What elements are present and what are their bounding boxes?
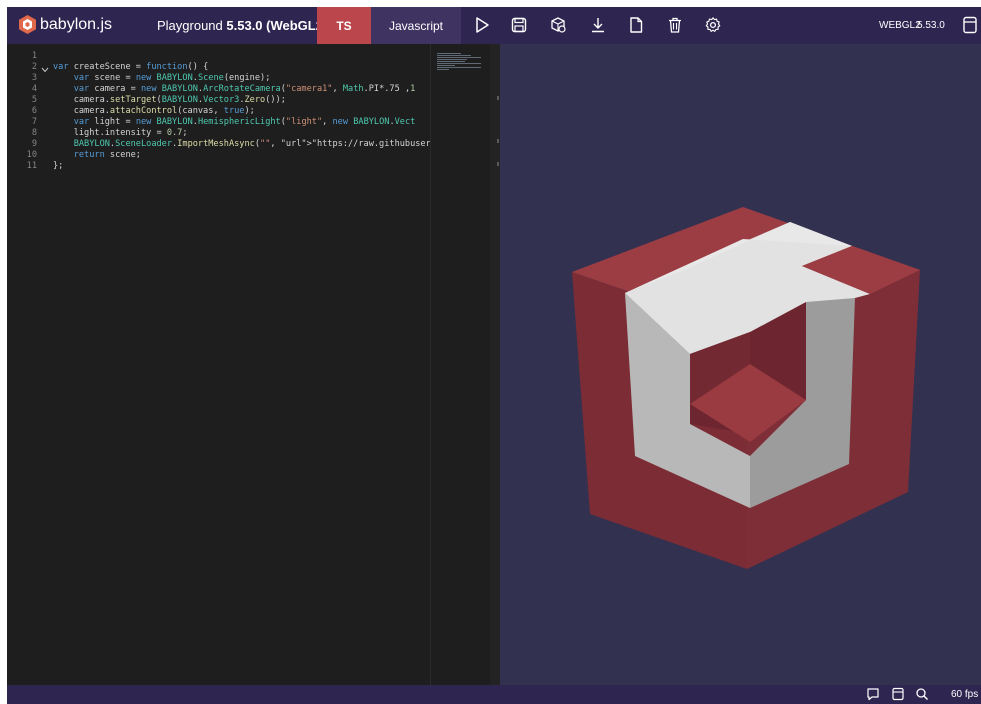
search-icon[interactable] (915, 687, 929, 701)
logo-text: babylon.js (40, 15, 113, 33)
panel-icon[interactable] (962, 16, 978, 34)
playground-title: Playground 5.53.0 (WebGL2) (157, 18, 327, 33)
editor-scrollbar[interactable] (490, 44, 500, 685)
scrollbar-mark (497, 139, 499, 143)
line-number: 4 (31, 84, 37, 94)
status-bar: 60 fps (7, 685, 981, 704)
minimap-line (437, 63, 481, 64)
code-editor[interactable]: 1 2 3 4 5 6 7 8 9 10 11 var createScene … (7, 44, 430, 685)
line-number: 6 (31, 106, 37, 116)
code-line-10: return scene; (73, 150, 141, 160)
play-icon[interactable] (473, 16, 491, 34)
minimap-line (437, 67, 481, 68)
chevron-down-icon[interactable] (41, 66, 49, 74)
render-canvas[interactable] (500, 44, 981, 685)
babylon-logo-icon (19, 15, 36, 34)
line-number: 7 (31, 117, 37, 127)
line-number: 2 (31, 62, 37, 72)
code-line-11: }; (53, 161, 64, 171)
code-line-9: BABYLON.SceneLoader.ImportMeshAsync("", … (73, 139, 430, 149)
code-line-4: var camera = new BABYLON.ArcRotateCamera… (73, 84, 416, 94)
inspector-icon[interactable] (549, 16, 567, 34)
tab-javascript[interactable]: Javascript (371, 7, 461, 44)
line-number: 5 (31, 95, 37, 105)
engine-label: WEBGL2 (879, 20, 921, 31)
logo[interactable]: babylon.js (19, 15, 112, 34)
tab-typescript[interactable]: TS (317, 7, 371, 44)
top-bar: babylon.js Playground 5.53.0 (WebGL2) TS… (7, 7, 981, 44)
minimap-line (437, 69, 449, 70)
chat-icon[interactable] (866, 687, 880, 701)
scrollbar-mark (497, 162, 499, 166)
minimap-line (437, 55, 471, 56)
line-number: 11 (26, 161, 37, 171)
minimap-line (437, 65, 455, 66)
minimap-line (437, 59, 467, 60)
code-line-8: light.intensity = 0.7; (53, 128, 188, 138)
code-line-3: var scene = new BABYLON.Scene(engine); (73, 73, 271, 83)
code-area[interactable]: var createScene = function() { var scene… (53, 44, 430, 685)
minimap-line (437, 53, 461, 54)
babylon-logo-cube (572, 207, 920, 569)
fps-counter: 60 fps (951, 689, 979, 700)
memory-icon[interactable] (891, 687, 905, 701)
save-icon[interactable] (510, 16, 528, 34)
minimap-line (437, 57, 481, 58)
engine-version: 5.53.0 (917, 20, 945, 31)
settings-icon[interactable] (704, 16, 722, 34)
new-file-icon[interactable] (627, 16, 645, 34)
line-number-gutter: 1 2 3 4 5 6 7 8 9 10 11 (7, 44, 53, 685)
clear-icon[interactable] (666, 16, 684, 34)
code-line-7: var light = new BABYLON.HemisphericLight… (73, 117, 416, 127)
code-line-6: camera.attachControl(canvas, true); (53, 106, 255, 116)
playground-label: Playground (157, 18, 227, 33)
version-label: 5.53.0 (WebGL2) (226, 18, 328, 33)
code-line-5: camera.setTarget(BABYLON.Vector3.Zero())… (53, 95, 286, 105)
line-number: 9 (31, 139, 37, 149)
line-number: 8 (31, 128, 37, 138)
line-number: 1 (31, 51, 37, 61)
playground-app: babylon.js Playground 5.53.0 (WebGL2) TS… (7, 7, 981, 704)
line-number: 3 (31, 73, 37, 83)
code-line-2: var createScene = function() { (53, 62, 209, 72)
download-icon[interactable] (589, 16, 607, 34)
minimap-line (437, 61, 465, 62)
minimap[interactable] (430, 44, 491, 685)
line-number: 10 (26, 150, 37, 160)
scrollbar-mark (497, 96, 499, 100)
